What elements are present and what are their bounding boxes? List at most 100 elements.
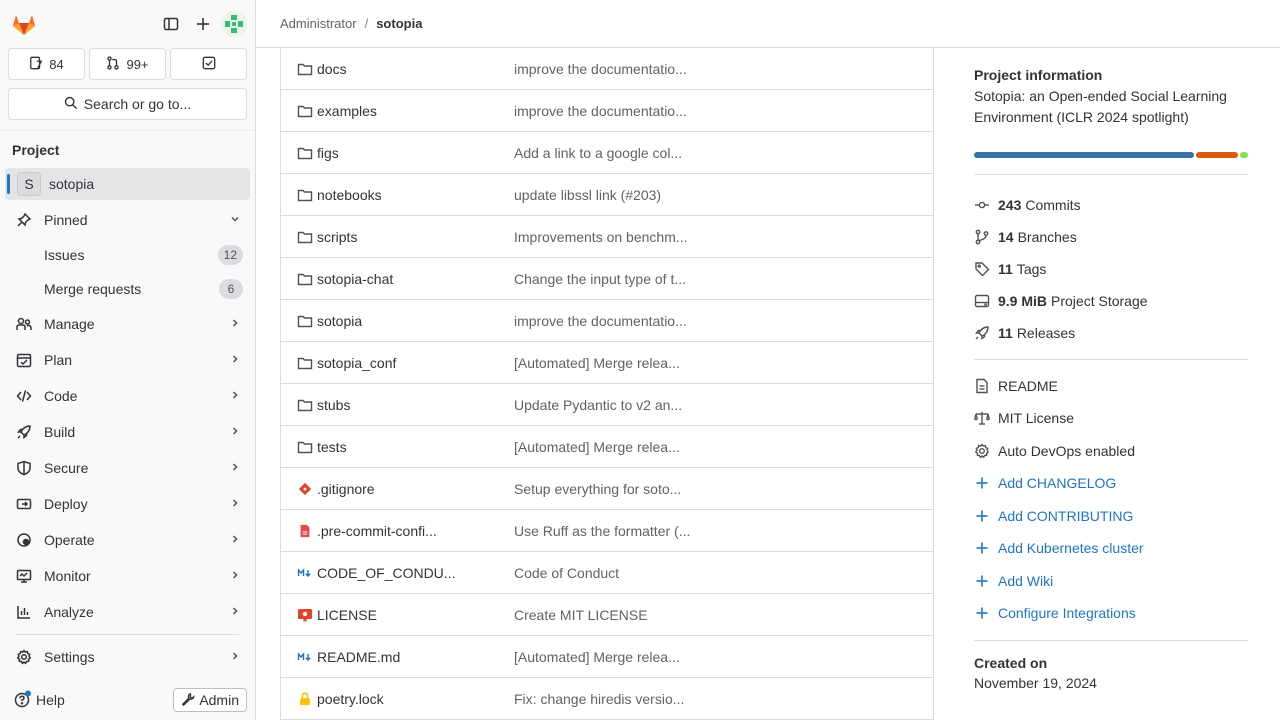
table-row[interactable]: tests [Automated] Merge relea...	[281, 426, 933, 468]
project-link-readme[interactable]: README	[974, 370, 1248, 402]
table-row[interactable]: sotopia-chat Change the input type of t..…	[281, 258, 933, 300]
table-row[interactable]: CODE_OF_CONDU... Code of Conduct	[281, 552, 933, 594]
gitlab-logo-icon[interactable]	[10, 10, 38, 38]
commit-message[interactable]: Setup everything for soto...	[514, 481, 700, 497]
file-name[interactable]: .gitignore	[317, 481, 375, 497]
sidebar-item-analyze[interactable]: Analyze	[0, 594, 255, 630]
file-name-cell[interactable]: docs	[281, 61, 514, 77]
sidebar-item-deploy[interactable]: Deploy	[0, 486, 255, 522]
project-link-label[interactable]: MIT License	[998, 410, 1074, 426]
file-name[interactable]: LICENSE	[317, 607, 377, 623]
stat-tags[interactable]: 11 Tags	[974, 253, 1248, 285]
project-link-label[interactable]: Add Wiki	[998, 573, 1053, 589]
file-name-cell[interactable]: .gitignore	[281, 481, 514, 497]
search-button[interactable]: Search or go to...	[8, 88, 247, 120]
file-name-cell[interactable]: sotopia	[281, 313, 514, 329]
file-name[interactable]: tests	[317, 439, 347, 455]
commit-message[interactable]: improve the documentatio...	[514, 103, 700, 119]
merge-requests-count-button[interactable]: 99+	[89, 48, 166, 80]
project-link-auto-devops-enabled[interactable]: Auto DevOps enabled	[974, 435, 1248, 468]
project-link-mit-license[interactable]: MIT License	[974, 402, 1248, 435]
file-name-cell[interactable]: LICENSE	[281, 607, 514, 623]
project-link-add-kubernetes-cluster[interactable]: Add Kubernetes cluster	[974, 532, 1248, 565]
admin-button[interactable]: Admin	[173, 688, 247, 712]
project-link-label[interactable]: Configure Integrations	[998, 605, 1136, 621]
commit-message[interactable]: improve the documentatio...	[514, 313, 700, 329]
commit-message[interactable]: Use Ruff as the formatter (...	[514, 523, 700, 539]
project-link-label[interactable]: README	[998, 378, 1058, 394]
file-name[interactable]: stubs	[317, 397, 350, 413]
project-link-add-wiki[interactable]: Add Wiki	[974, 565, 1248, 598]
file-name-cell[interactable]: .pre-commit-confi...	[281, 523, 514, 539]
stat-releases[interactable]: 11 Releases	[974, 317, 1248, 349]
commit-message[interactable]: Code of Conduct	[514, 565, 700, 581]
sidebar-item-issues[interactable]: Issues 12	[0, 238, 255, 272]
table-row[interactable]: sotopia improve the documentatio...	[281, 300, 933, 342]
table-row[interactable]: .gitignore Setup everything for soto...	[281, 468, 933, 510]
stat-project-storage[interactable]: 9.9 MiB Project Storage	[974, 285, 1248, 317]
file-name-cell[interactable]: figs	[281, 145, 514, 161]
file-name-cell[interactable]: notebooks	[281, 187, 514, 203]
sidebar-item-operate[interactable]: Operate	[0, 522, 255, 558]
sidebar-item-pinned[interactable]: Pinned	[0, 202, 255, 238]
file-name-cell[interactable]: README.md	[281, 649, 514, 665]
help-button[interactable]: Help	[14, 690, 173, 711]
language-bar[interactable]	[974, 152, 1248, 158]
table-row[interactable]: notebooks update libssl link (#203)	[281, 174, 933, 216]
file-name[interactable]: docs	[317, 61, 347, 77]
commit-message[interactable]: improve the documentatio...	[514, 61, 700, 77]
commit-message[interactable]: Improvements on benchm...	[514, 229, 700, 245]
sidebar-item-settings[interactable]: Settings	[0, 639, 255, 675]
file-name[interactable]: README.md	[317, 649, 400, 665]
project-link-label[interactable]: Add CONTRIBUTING	[998, 508, 1133, 524]
issues-count-button[interactable]: 84	[8, 48, 85, 80]
sidebar-item-project[interactable]: S sotopia	[5, 168, 250, 200]
table-row[interactable]: LICENSE Create MIT LICENSE	[281, 594, 933, 636]
file-name-cell[interactable]: sotopia_conf	[281, 355, 514, 371]
todo-button[interactable]	[170, 48, 247, 80]
table-row[interactable]: stubs Update Pydantic to v2 an...	[281, 384, 933, 426]
table-row[interactable]: scripts Improvements on benchm...	[281, 216, 933, 258]
project-link-label[interactable]: Add CHANGELOG	[998, 475, 1116, 491]
file-name-cell[interactable]: scripts	[281, 229, 514, 245]
stat-branches[interactable]: 14 Branches	[974, 221, 1248, 253]
project-link-label[interactable]: Add Kubernetes cluster	[998, 540, 1144, 556]
stat-commits[interactable]: 243 Commits	[974, 189, 1248, 221]
sidebar-item-manage[interactable]: Manage	[0, 306, 255, 342]
commit-message[interactable]: Update Pydantic to v2 an...	[514, 397, 700, 413]
table-row[interactable]: docs improve the documentatio...	[281, 48, 933, 90]
breadcrumb-current[interactable]: sotopia	[376, 16, 422, 31]
collapse-sidebar-icon[interactable]	[155, 8, 187, 40]
file-name[interactable]: CODE_OF_CONDU...	[317, 565, 455, 581]
table-row[interactable]: README.md [Automated] Merge relea...	[281, 636, 933, 678]
file-name[interactable]: notebooks	[317, 187, 382, 203]
sidebar-item-secure[interactable]: Secure	[0, 450, 255, 486]
sidebar-item-plan[interactable]: Plan	[0, 342, 255, 378]
sidebar-item-monitor[interactable]: Monitor	[0, 558, 255, 594]
commit-message[interactable]: [Automated] Merge relea...	[514, 355, 700, 371]
project-link-add-contributing[interactable]: Add CONTRIBUTING	[974, 500, 1248, 533]
commit-message[interactable]: Add a link to a google col...	[514, 145, 700, 161]
file-name[interactable]: poetry.lock	[317, 691, 384, 707]
table-row[interactable]: sotopia_conf [Automated] Merge relea...	[281, 342, 933, 384]
commit-message[interactable]: update libssl link (#203)	[514, 187, 700, 203]
commit-message[interactable]: Create MIT LICENSE	[514, 607, 700, 623]
sidebar-item-code[interactable]: Code	[0, 378, 255, 414]
file-name-cell[interactable]: poetry.lock	[281, 691, 514, 707]
file-name[interactable]: scripts	[317, 229, 357, 245]
file-name[interactable]: sotopia-chat	[317, 271, 393, 287]
file-name[interactable]: figs	[317, 145, 339, 161]
file-name[interactable]: sotopia	[317, 313, 362, 329]
avatar[interactable]	[221, 11, 247, 37]
file-name[interactable]: .pre-commit-confi...	[317, 523, 437, 539]
file-name[interactable]: sotopia_conf	[317, 355, 396, 371]
commit-message[interactable]: [Automated] Merge relea...	[514, 649, 700, 665]
commit-message[interactable]: [Automated] Merge relea...	[514, 439, 700, 455]
table-row[interactable]: .pre-commit-confi... Use Ruff as the form…	[281, 510, 933, 552]
project-link-configure-integrations[interactable]: Configure Integrations	[974, 597, 1248, 630]
file-name-cell[interactable]: sotopia-chat	[281, 271, 514, 287]
sidebar-item-build[interactable]: Build	[0, 414, 255, 450]
plus-icon[interactable]	[187, 8, 219, 40]
project-link-label[interactable]: Auto DevOps enabled	[998, 443, 1135, 459]
file-name[interactable]: examples	[317, 103, 377, 119]
